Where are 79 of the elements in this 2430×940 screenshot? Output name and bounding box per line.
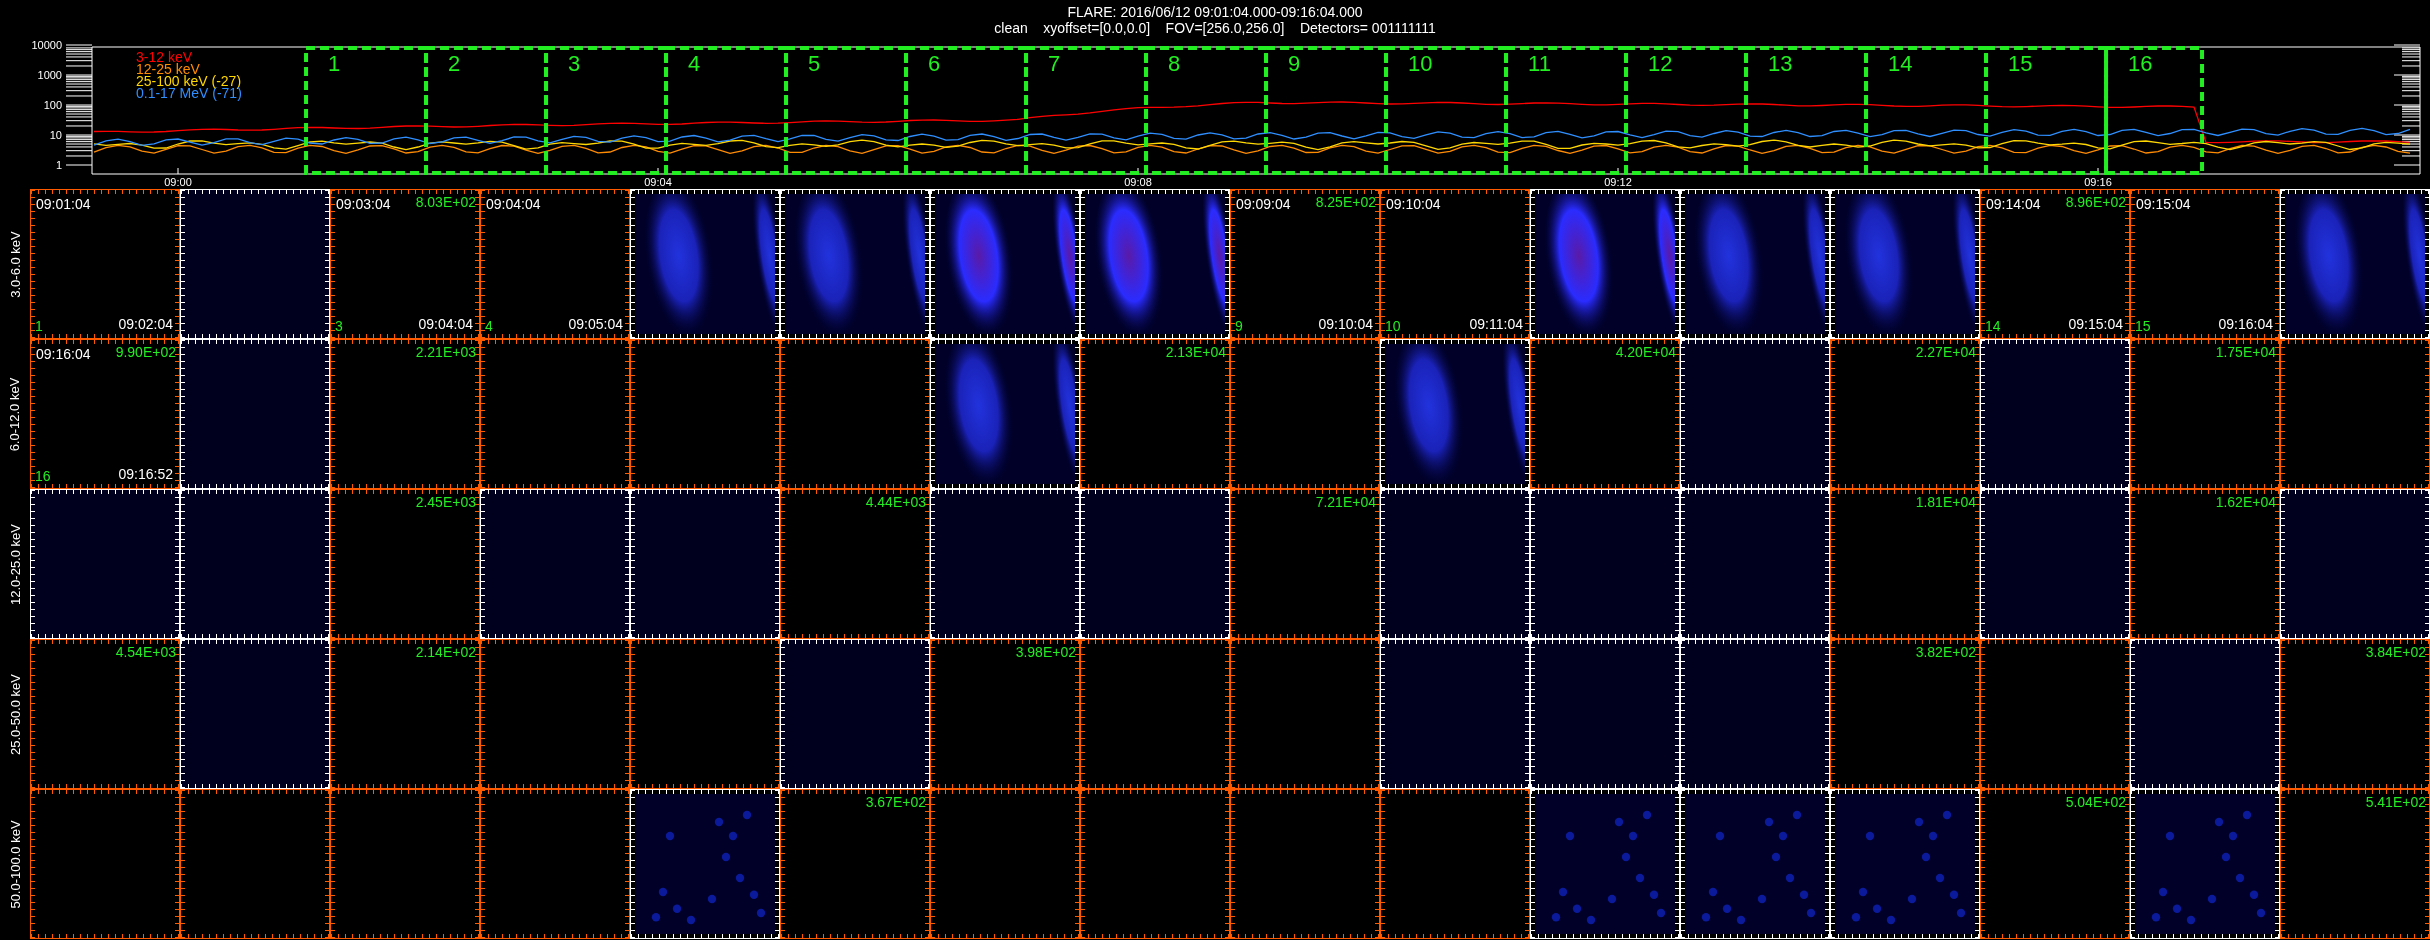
energy-band-label: 6.0-12.0 keV xyxy=(7,377,23,451)
time-label: 09:14:04 xyxy=(1986,196,2041,212)
interval-number: 5 xyxy=(808,51,821,76)
time-label: 09:16:04 xyxy=(2218,316,2273,332)
energy-band-label: 25.0-50.0 keV xyxy=(7,673,23,755)
interval-number: 12 xyxy=(1648,51,1673,76)
interval-number: 2 xyxy=(448,51,461,76)
time-label: 09:05:04 xyxy=(568,316,623,332)
energy-band-label: 3.0-6.0 keV xyxy=(7,230,23,298)
time-label: 09:01:04 xyxy=(36,196,91,212)
peak-value: 3.98E+02 xyxy=(1015,644,1076,660)
interval-number: 15 xyxy=(2008,51,2033,76)
frame-number: 15 xyxy=(2135,318,2151,334)
peak-value: 2.14E+02 xyxy=(415,644,476,660)
frame-number: 3 xyxy=(335,318,343,334)
axis-label: 09:00 xyxy=(164,176,192,188)
energy-band-label: 50.0-100.0 keV xyxy=(7,819,23,909)
peak-value: 2.13E+04 xyxy=(1165,344,1226,360)
interval-number: 11 xyxy=(1528,51,1551,76)
frame-number: 4 xyxy=(485,318,493,334)
axis-label: 09:04 xyxy=(644,176,672,188)
peak-value: 4.44E+03 xyxy=(865,494,926,510)
axis-label: 09:16 xyxy=(2084,176,2112,188)
time-label: 09:16:04 xyxy=(36,346,91,362)
plot-title: FLARE: 2016/06/12 09:01:04.000-09:16:04.000 xyxy=(1067,4,1363,20)
interval-number: 8 xyxy=(1168,51,1181,76)
interval-number: 1 xyxy=(328,51,341,76)
time-label: 09:16:52 xyxy=(118,466,173,482)
axis-label: 09:08 xyxy=(1124,176,1152,188)
interval-number: 14 xyxy=(1888,51,1913,76)
peak-value: 4.54E+03 xyxy=(115,644,176,660)
time-label: 09:02:04 xyxy=(118,316,173,332)
axis-label: 09:12 xyxy=(1604,176,1632,188)
peak-value: 7.21E+04 xyxy=(1315,494,1376,510)
time-label: 09:10:04 xyxy=(1386,196,1441,212)
peak-value: 1.81E+04 xyxy=(1915,494,1976,510)
peak-value: 2.21E+03 xyxy=(415,344,476,360)
frame-number: 9 xyxy=(1235,318,1243,334)
peak-value: 2.45E+03 xyxy=(415,494,476,510)
interval-number: 3 xyxy=(568,51,581,76)
peak-value: 3.82E+02 xyxy=(1915,644,1976,660)
energy-band-label: 12.0-25.0 keV xyxy=(7,523,23,605)
interval-number: 9 xyxy=(1288,51,1301,76)
peak-value: 5.41E+02 xyxy=(2365,794,2426,810)
interval-number: 13 xyxy=(1768,51,1793,76)
peak-value: 8.25E+02 xyxy=(1315,194,1376,210)
interval-number: 16 xyxy=(2128,51,2153,76)
peak-value: 9.90E+02 xyxy=(115,344,176,360)
time-label: 09:03:04 xyxy=(336,196,391,212)
plot-subtitle: clean xyoffset=[0.0,0.0] FOV=[256.0,256.0] Detectors= 001111111 xyxy=(994,20,1436,36)
time-label: 09:09:04 xyxy=(1236,196,1291,212)
time-label: 09:11:04 xyxy=(1469,316,1523,332)
peak-value: 1.75E+04 xyxy=(2215,344,2276,360)
peak-value: 1.62E+04 xyxy=(2215,494,2276,510)
interval-number: 7 xyxy=(1048,51,1061,76)
peak-value: 4.20E+04 xyxy=(1615,344,1676,360)
peak-value: 5.04E+02 xyxy=(2065,794,2126,810)
interval-number: 4 xyxy=(688,51,701,76)
frame-number: 16 xyxy=(35,468,51,484)
frame-number: 14 xyxy=(1985,318,2001,334)
axis-label: 1 xyxy=(55,159,62,171)
time-label: 09:15:04 xyxy=(2068,316,2123,332)
peak-value: 3.67E+02 xyxy=(865,794,926,810)
time-label: 09:04:04 xyxy=(486,196,541,212)
frame-number: 10 xyxy=(1385,318,1401,334)
time-label: 09:04:04 xyxy=(418,316,473,332)
peak-value: 3.84E+02 xyxy=(2365,644,2426,660)
peak-value: 8.96E+02 xyxy=(2065,194,2126,210)
axis-label: 1000 xyxy=(37,69,62,81)
time-label: 09:10:04 xyxy=(1318,316,1373,332)
peak-value: 2.27E+04 xyxy=(1915,344,1976,360)
axis-label: 10000 xyxy=(31,40,62,51)
time-label: 09:15:04 xyxy=(2136,196,2191,212)
axis-label: 10 xyxy=(49,129,62,141)
axis-label: 100 xyxy=(43,99,62,111)
frame-number: 1 xyxy=(35,318,43,334)
interval-number: 10 xyxy=(1408,51,1433,76)
interval-number: 6 xyxy=(928,51,941,76)
peak-value: 8.03E+02 xyxy=(415,194,476,210)
